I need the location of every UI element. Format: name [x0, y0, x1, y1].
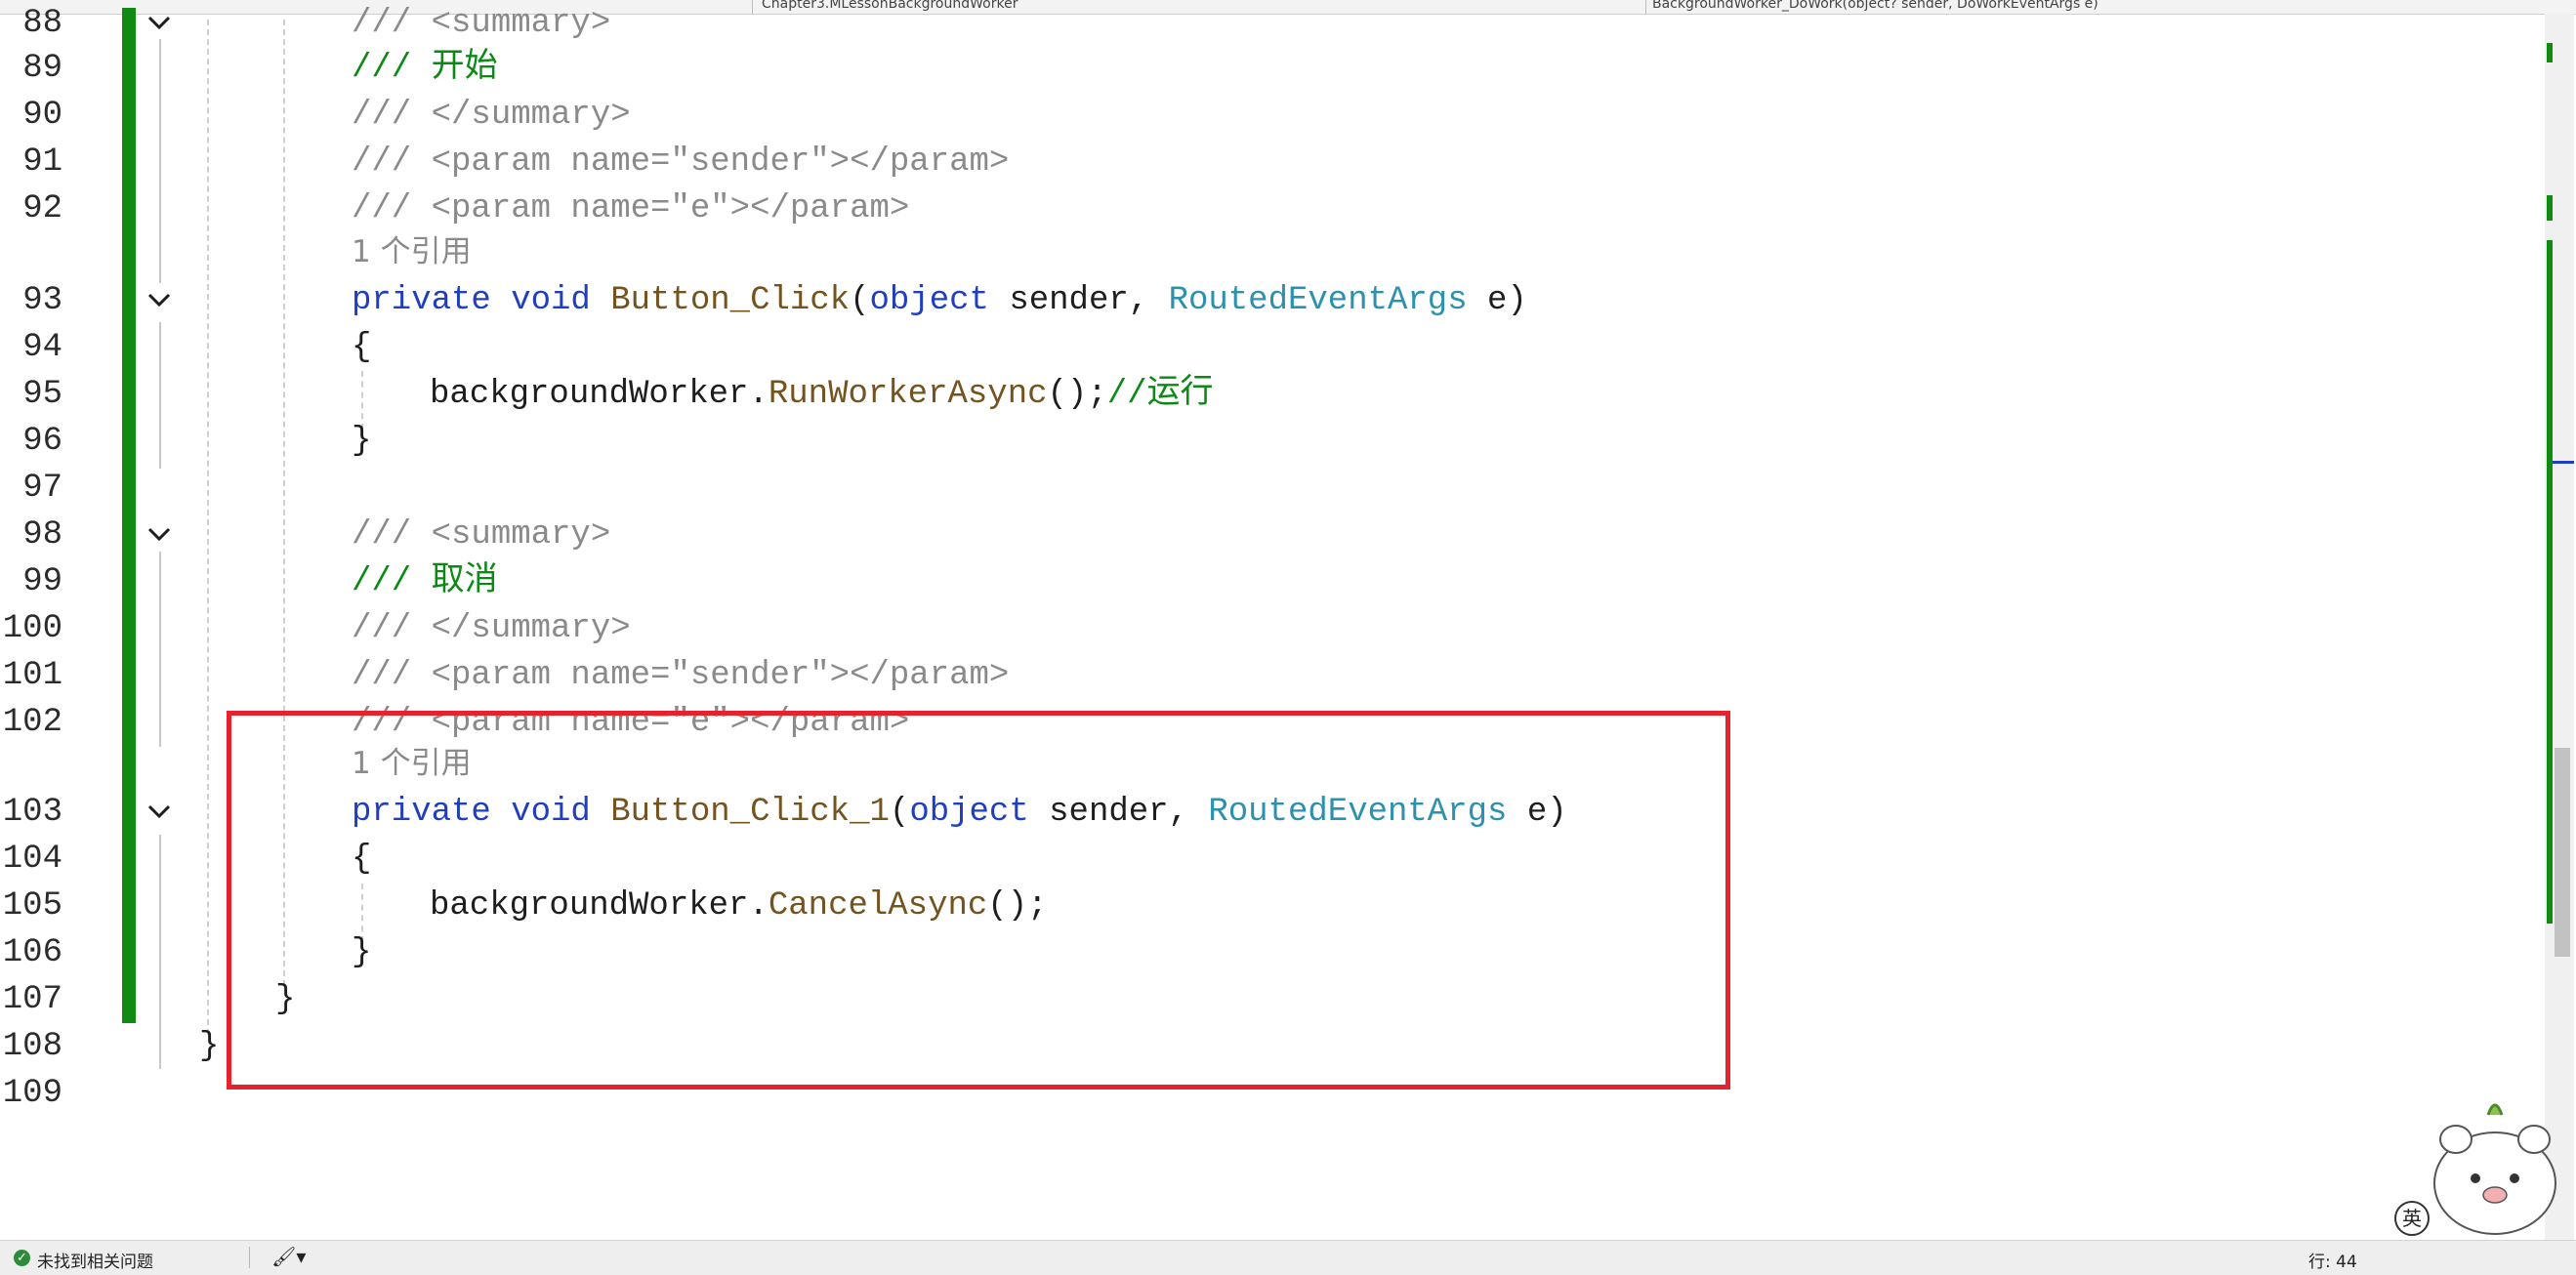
code-line[interactable]: 96 } [0, 418, 2519, 465]
code-text: /// <summary> [352, 516, 611, 554]
code-line[interactable]: 89 /// 开始 [0, 45, 2519, 92]
line-number: 98 [22, 516, 62, 554]
code-line[interactable]: 91 /// <param name="sender"></param> [0, 139, 2519, 185]
line-number: 103 [2, 794, 62, 831]
line-number: 93 [22, 282, 62, 319]
line-number: 92 [22, 190, 62, 227]
line-number: 91 [22, 144, 62, 181]
code-text: /// <param name="sender"></param> [352, 144, 1010, 181]
code-line[interactable]: 97 [0, 465, 2519, 512]
check-circle-icon: ✓ [14, 1250, 30, 1266]
code-line[interactable]: 93 private void Button_Click(object send… [0, 277, 2519, 324]
scroll-change-mark [2547, 195, 2553, 221]
vertical-scrollbar[interactable] [2545, 14, 2574, 1240]
brush-icon[interactable]: 🖌▾ [271, 1245, 306, 1268]
line-number: 95 [22, 376, 62, 413]
code-text: } [199, 1028, 220, 1065]
code-line[interactable]: 100 /// </summary> [0, 605, 2519, 652]
status-message[interactable]: 未找到相关问题 [37, 1248, 153, 1272]
code-line[interactable]: 94 { [0, 324, 2519, 371]
code-line[interactable]: 95 backgroundWorker.RunWorkerAsync();//运… [0, 371, 2519, 418]
method-call: backgroundWorker.RunWorkerAsync();//运行 [430, 376, 1214, 413]
line-number: 97 [22, 470, 62, 507]
line-number: 101 [2, 657, 62, 694]
code-line[interactable]: 92 /// <param name="e"></param> [0, 185, 2519, 232]
status-bar: ✓ 未找到相关问题 🖌▾ 行: 44 [0, 1240, 2576, 1275]
line-number: 96 [22, 423, 62, 460]
line-number: 104 [2, 841, 62, 878]
code-line[interactable]: 101 /// <param name="sender"></param> [0, 652, 2519, 699]
scroll-thumb[interactable] [2555, 748, 2570, 957]
line-number: 105 [2, 887, 62, 925]
chevron-down-icon[interactable] [146, 12, 172, 35]
code-text: /// <param name="e"></param> [352, 190, 910, 227]
cursor-position[interactable]: 行: 44 [2308, 1248, 2357, 1272]
line-number: 109 [2, 1075, 62, 1112]
status-divider [249, 1247, 250, 1268]
code-text: } [352, 423, 372, 460]
line-number: 88 [22, 5, 62, 42]
highlight-box [227, 711, 1730, 1090]
line-number: 100 [2, 610, 62, 647]
chevron-down-icon[interactable] [146, 801, 172, 824]
line-number: 108 [2, 1028, 62, 1065]
code-text: /// 开始 [352, 50, 498, 87]
code-line[interactable]: 88 /// <summary> [0, 0, 2519, 47]
chevron-down-icon[interactable] [146, 523, 172, 547]
line-number: 94 [22, 329, 62, 366]
code-line[interactable]: 98 /// <summary> [0, 512, 2519, 558]
code-line[interactable]: 90 /// </summary> [0, 92, 2519, 139]
line-number: 102 [2, 704, 62, 741]
code-text: /// <param name="sender"></param> [352, 657, 1010, 694]
code-text: /// </summary> [352, 610, 631, 647]
code-editor[interactable]: 88 /// <summary> 89 /// 开始 90 /// </summ… [0, 0, 2539, 1240]
codelens-line[interactable]: 1 个引用 [0, 232, 2519, 273]
scroll-caret-mark [2553, 461, 2574, 464]
code-text: /// <summary> [352, 5, 611, 42]
line-number: 106 [2, 934, 62, 971]
line-number: 89 [22, 50, 62, 87]
code-text: { [352, 329, 372, 366]
code-text: /// 取消 [352, 563, 498, 600]
chevron-down-icon[interactable] [146, 289, 172, 312]
line-number: 107 [2, 981, 62, 1018]
code-text: /// </summary> [352, 97, 631, 134]
line-number: 99 [22, 563, 62, 600]
mascot-sticker [2433, 1103, 2556, 1235]
line-number: 90 [22, 97, 62, 134]
code-line[interactable]: 99 /// 取消 [0, 558, 2519, 605]
reference-count[interactable]: 1 个引用 [352, 232, 472, 271]
scroll-change-mark [2547, 240, 2553, 924]
scroll-change-mark [2547, 43, 2553, 62]
method-signature: private void Button_Click(object sender,… [352, 282, 1527, 319]
